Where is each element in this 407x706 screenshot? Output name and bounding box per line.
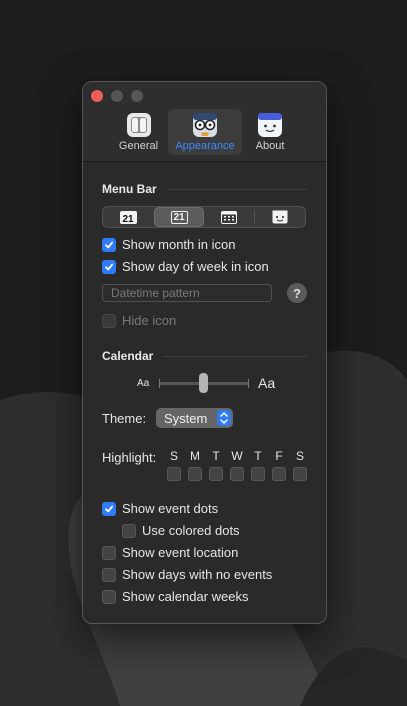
highlight-day-letter: T xyxy=(212,449,220,463)
general-toggle-icon xyxy=(126,113,151,137)
calendar-face-icon xyxy=(272,210,288,224)
highlight-day-letter: S xyxy=(169,449,178,463)
checkmark-icon xyxy=(105,263,114,270)
hide-icon-checkbox xyxy=(102,313,116,328)
highlight-day-letter: S xyxy=(295,449,304,463)
minimize-window-button[interactable] xyxy=(111,90,123,102)
menu-bar-section-title: Menu Bar xyxy=(102,182,157,196)
text-size-slider-knob[interactable] xyxy=(199,373,208,393)
calendar-section-title: Calendar xyxy=(102,349,154,363)
highlight-friday-checkbox[interactable] xyxy=(272,467,286,481)
tab-about[interactable]: About xyxy=(245,109,295,155)
theme-label: Theme: xyxy=(102,411,147,426)
text-size-large-label: Aa xyxy=(258,375,276,391)
show-month-in-icon-checkbox[interactable] xyxy=(102,237,116,252)
icon-style-filled-segment[interactable]: 21 xyxy=(103,207,153,227)
use-colored-dots-label: Use colored dots xyxy=(142,523,240,538)
show-calendar-weeks-row[interactable]: Show calendar weeks xyxy=(102,589,248,604)
calendar-filled-icon: 21 xyxy=(119,210,137,225)
highlight-tuesday-checkbox[interactable] xyxy=(209,467,223,481)
help-button[interactable]: ? xyxy=(287,283,307,303)
hide-icon-row: Hide icon xyxy=(102,313,176,328)
title-bar: General Appearance About xyxy=(83,82,326,162)
highlight-saturday-checkbox[interactable] xyxy=(293,467,307,481)
show-day-of-week-label: Show day of week in icon xyxy=(122,259,269,274)
tab-about-label: About xyxy=(255,140,285,152)
checkmark-icon xyxy=(105,241,114,248)
show-event-dots-label: Show event dots xyxy=(122,501,219,516)
preferences-window: General Appearance About Menu Bar 21 21 … xyxy=(82,81,327,624)
highlight-day-letter: F xyxy=(275,449,283,463)
about-face-icon xyxy=(258,113,282,137)
datetime-pattern-input[interactable] xyxy=(102,284,272,302)
zoom-window-button[interactable] xyxy=(131,90,143,102)
show-event-dots-checkbox[interactable] xyxy=(102,501,116,516)
highlight-day-letter: M xyxy=(190,449,200,463)
highlight-day-letter: T xyxy=(254,449,262,463)
show-day-of-week-row[interactable]: Show day of week in icon xyxy=(102,259,269,274)
highlight-day-letter: W xyxy=(231,449,243,463)
icon-style-segmented-control: 21 21 xyxy=(102,206,306,228)
use-colored-dots-checkbox[interactable] xyxy=(122,523,136,538)
hide-icon-label: Hide icon xyxy=(122,313,177,328)
text-size-small-label: Aa xyxy=(137,378,150,389)
calendar-section-divider xyxy=(163,356,307,357)
icon-style-outline-segment[interactable]: 21 xyxy=(154,207,204,227)
show-event-location-row[interactable]: Show event location xyxy=(102,545,238,560)
show-event-location-checkbox[interactable] xyxy=(102,545,116,560)
theme-popup-value: System xyxy=(164,411,208,426)
use-colored-dots-row[interactable]: Use colored dots xyxy=(122,523,240,538)
show-days-with-no-events-label: Show days with no events xyxy=(122,567,273,582)
chevron-up-down-icon xyxy=(217,410,231,426)
show-event-location-label: Show event location xyxy=(122,545,239,560)
tab-appearance[interactable]: Appearance xyxy=(168,109,242,155)
checkmark-icon xyxy=(105,505,114,512)
slider-tick xyxy=(248,379,249,388)
show-days-with-no-events-checkbox[interactable] xyxy=(102,567,116,582)
show-calendar-weeks-label: Show calendar weeks xyxy=(122,589,249,604)
highlight-sunday-checkbox[interactable] xyxy=(167,467,181,481)
show-month-in-icon-label: Show month in icon xyxy=(122,237,236,252)
menu-bar-section-divider xyxy=(167,189,307,190)
show-calendar-weeks-checkbox[interactable] xyxy=(102,589,116,604)
show-month-in-icon-row[interactable]: Show month in icon xyxy=(102,237,235,252)
highlight-wednesday-checkbox[interactable] xyxy=(230,467,244,481)
highlight-label: Highlight: xyxy=(102,450,157,465)
icon-style-face-segment[interactable] xyxy=(255,207,305,227)
icon-style-grid-segment[interactable] xyxy=(204,207,254,227)
tab-appearance-label: Appearance xyxy=(175,140,235,152)
show-event-dots-row[interactable]: Show event dots xyxy=(102,501,218,516)
tab-general[interactable]: General xyxy=(111,109,166,155)
show-day-of-week-checkbox[interactable] xyxy=(102,259,116,274)
highlight-thursday-checkbox[interactable] xyxy=(251,467,265,481)
slider-tick xyxy=(159,379,160,388)
tab-general-label: General xyxy=(118,140,159,152)
show-days-with-no-events-row[interactable]: Show days with no events xyxy=(102,567,272,582)
appearance-face-icon xyxy=(193,113,217,137)
close-window-button[interactable] xyxy=(91,90,103,102)
calendar-grid-icon xyxy=(221,210,237,224)
highlight-monday-checkbox[interactable] xyxy=(188,467,202,481)
calendar-outline-icon: 21 xyxy=(170,210,188,224)
theme-popup-button[interactable]: System xyxy=(156,408,233,428)
